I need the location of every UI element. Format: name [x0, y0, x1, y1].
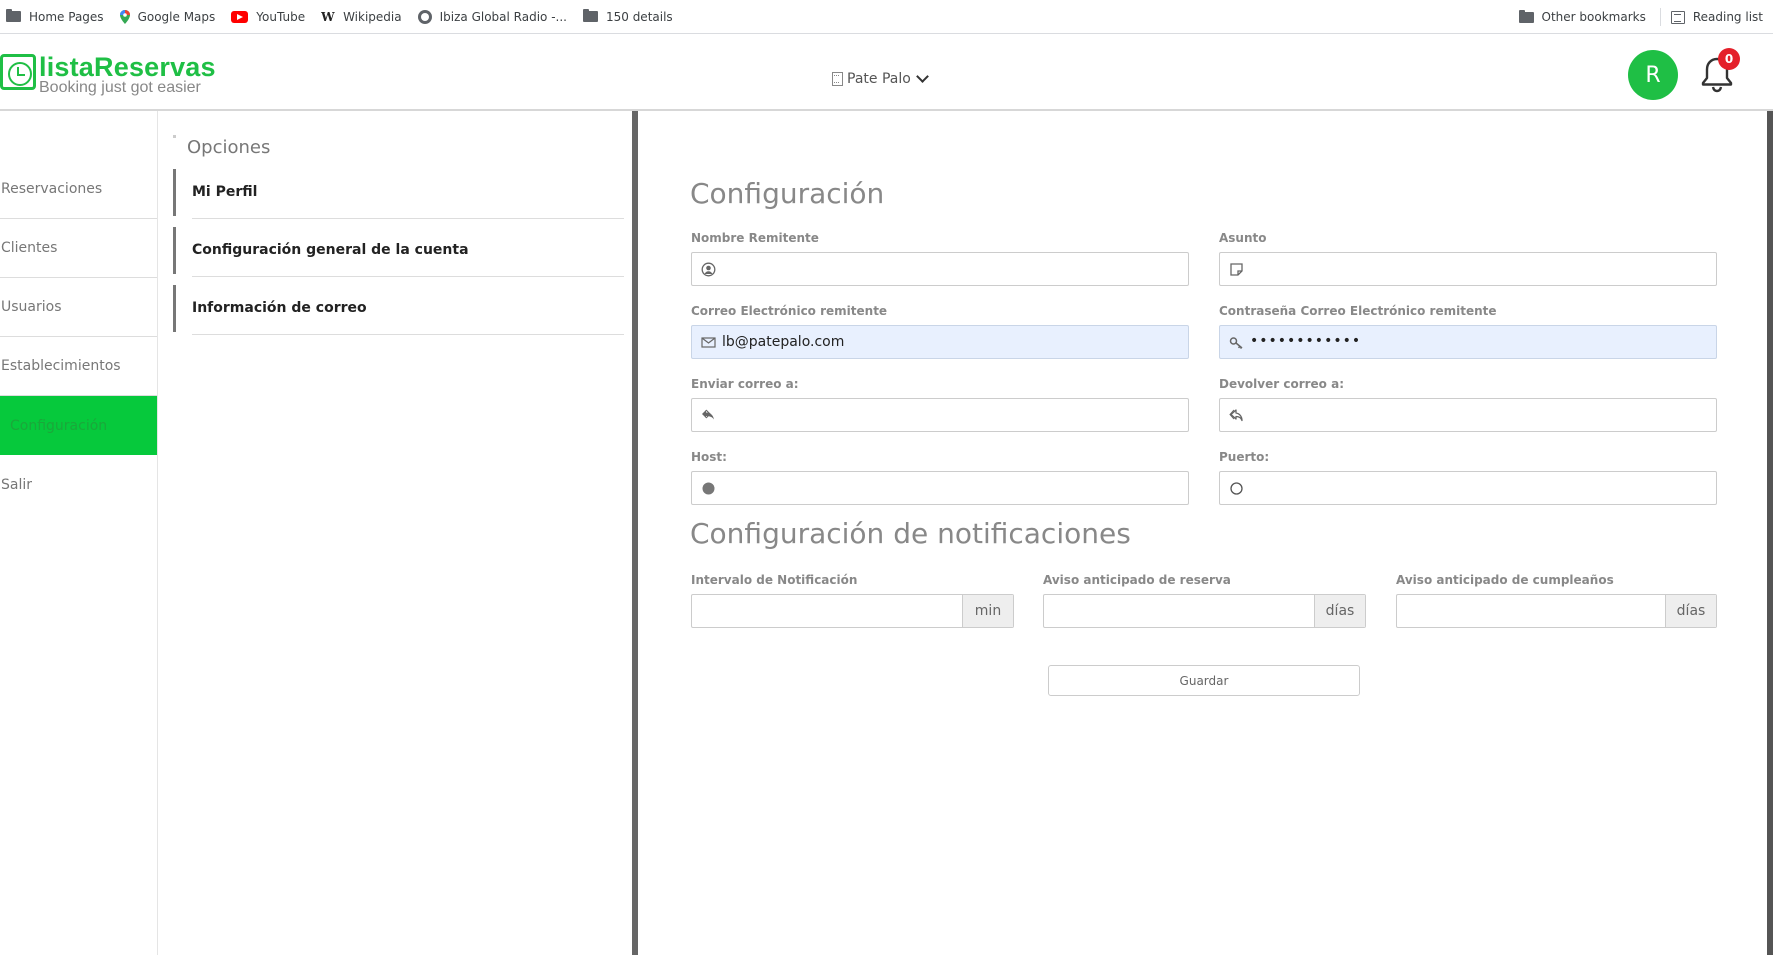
notification-badge: 0 [1718, 48, 1740, 70]
bookmark-ibiza-radio[interactable]: Ibiza Global Radio -... [412, 0, 573, 34]
key-icon [1229, 335, 1244, 350]
interval-input[interactable] [692, 595, 962, 627]
sender-email-label: Correo Electrónico remitente [691, 304, 888, 318]
subject-label: Asunto [1219, 231, 1267, 245]
subject-field[interactable] [1219, 252, 1717, 286]
user-circle-icon [701, 262, 716, 277]
option-configuracion-general[interactable]: Configuración general de la cuenta [173, 227, 624, 277]
birthday-notice-input-group: días [1396, 594, 1717, 628]
interval-label: Intervalo de Notificación [691, 573, 858, 587]
sidebar-item-usuarios[interactable]: Usuarios [0, 278, 157, 337]
options-panel: Opciones Mi Perfil Configuración general… [159, 111, 638, 955]
scrollbar[interactable] [1767, 111, 1773, 955]
bookmark-home-pages[interactable]: Home Pages [0, 0, 110, 34]
filled-circle-icon [701, 481, 716, 496]
booking-notice-label: Aviso anticipado de reserva [1043, 573, 1231, 587]
sender-password-field[interactable]: •••••••••••• [1219, 325, 1717, 359]
sidebar-item-clientes[interactable]: Clientes [0, 219, 157, 278]
reply-to-label: Devolver correo a: [1219, 377, 1344, 391]
booking-notice-input[interactable] [1044, 595, 1314, 627]
reading-list[interactable]: Reading list [1665, 0, 1769, 34]
birthday-notice-input[interactable] [1397, 595, 1665, 627]
folder-icon [6, 9, 21, 22]
envelope-icon [701, 335, 716, 350]
save-button[interactable]: Guardar [1048, 665, 1360, 696]
building-icon [832, 72, 843, 86]
sidebar-item-configuracion[interactable]: Configuración [0, 396, 157, 455]
birthday-notice-unit: días [1665, 595, 1716, 627]
bookmarks-divider [1659, 8, 1661, 26]
options-title: Opciones [187, 137, 271, 158]
logo-title: listaReservas [39, 52, 216, 82]
option-informacion-correo[interactable]: Información de correo [173, 285, 624, 335]
forward-icon [701, 408, 716, 423]
folder-icon [1518, 9, 1534, 23]
clock-logo-icon [0, 54, 36, 90]
config-title: Configuración [690, 177, 885, 210]
sender-email-field[interactable]: lb@patepalo.com [691, 325, 1189, 359]
interval-unit: min [962, 595, 1013, 627]
bookmark-150-details[interactable]: 150 details [577, 0, 679, 34]
sender-email-value: lb@patepalo.com [722, 334, 845, 350]
other-bookmarks[interactable]: Other bookmarks [1513, 0, 1652, 34]
sidebar-item-reservaciones[interactable]: Reservaciones [0, 160, 157, 219]
reply-to-field[interactable] [1219, 398, 1717, 432]
bookmark-google-maps[interactable]: Google Maps [114, 0, 222, 34]
option-mi-perfil[interactable]: Mi Perfil [173, 169, 624, 219]
establishment-selector[interactable]: Pate Palo [832, 70, 929, 87]
port-field[interactable] [1219, 471, 1717, 505]
send-to-field[interactable] [691, 398, 1189, 432]
folder-icon [582, 9, 598, 22]
options-bullet [173, 135, 176, 138]
host-field[interactable] [691, 471, 1189, 505]
notifications-title: Configuración de notificaciones [690, 517, 1131, 550]
sender-name-label: Nombre Remitente [691, 231, 819, 245]
empty-circle-icon [1229, 481, 1244, 496]
app-header: listaReservas Booking just got easier Pa… [0, 34, 1773, 111]
avatar[interactable]: R [1628, 50, 1678, 100]
chevron-down-icon [915, 70, 929, 83]
bookmarks-bar: Home Pages Google Maps YouTube W Wikiped… [0, 0, 1773, 34]
bookmark-youtube[interactable]: YouTube [225, 0, 311, 34]
sender-name-field[interactable] [691, 252, 1189, 286]
interval-input-group: min [691, 594, 1014, 628]
establishment-name: Pate Palo [847, 71, 911, 87]
sender-password-label: Contraseña Correo Electrónico remitente [1219, 304, 1497, 318]
booking-notice-input-group: días [1043, 594, 1366, 628]
birthday-notice-label: Aviso anticipado de cumpleaños [1396, 573, 1614, 587]
logo-subtitle: Booking just got easier [39, 79, 201, 96]
sidebar-item-establecimientos[interactable]: Establecimientos [0, 337, 157, 396]
sender-password-value: •••••••••••• [1250, 333, 1362, 349]
globe-icon [417, 9, 432, 24]
logo[interactable]: listaReservas Booking just got easier [0, 54, 216, 96]
reply-icon [1229, 408, 1244, 423]
send-to-label: Enviar correo a: [691, 377, 799, 391]
host-label: Host: [691, 450, 727, 464]
youtube-icon [231, 10, 249, 23]
note-icon [1229, 262, 1244, 277]
wikipedia-icon: W [321, 9, 335, 24]
booking-notice-unit: días [1314, 595, 1365, 627]
sidebar-item-salir[interactable]: Salir [0, 455, 157, 514]
sidebar: Reservaciones Clientes Usuarios Establec… [0, 111, 158, 955]
reading-list-icon [1670, 10, 1685, 24]
bookmark-wikipedia[interactable]: W Wikipedia [315, 0, 408, 34]
maps-icon [119, 9, 130, 24]
main-content: Configuración Nombre Remitente Asunto Co… [644, 111, 1773, 955]
port-label: Puerto: [1219, 450, 1270, 464]
